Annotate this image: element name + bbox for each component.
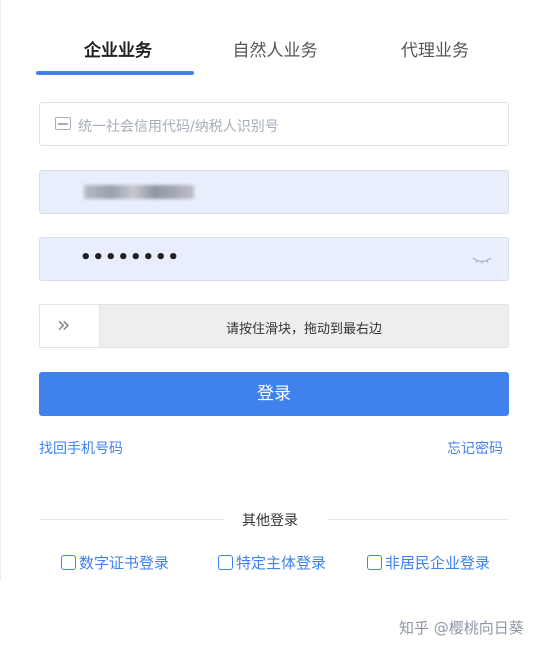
login-card: 企业业务 自然人业务 代理业务 统一社会信用代码/纳税人识别号 ••••••••… [0, 0, 548, 580]
divider-right [327, 519, 509, 520]
id-card-icon [55, 117, 71, 130]
certificate-login-option[interactable]: 数字证书登录 [61, 552, 169, 573]
tab-individual[interactable]: 自然人业务 [229, 36, 321, 66]
credit-code-placeholder: 统一社会信用代码/纳税人识别号 [78, 119, 279, 135]
divider-left [39, 519, 224, 520]
slider-hint: 请按住滑块，拖动到最右边 [225, 322, 382, 337]
active-tab-indicator [36, 71, 194, 75]
password-mask: •••••••• [80, 247, 181, 268]
slider-handle[interactable]: » [40, 305, 100, 347]
login-button[interactable]: 登录 [39, 372, 509, 416]
special-entity-login-option[interactable]: 特定主体登录 [218, 552, 326, 573]
recover-phone-link[interactable]: 找回手机号码 [39, 438, 123, 458]
double-chevron-right-icon: » [57, 313, 71, 338]
tab-enterprise[interactable]: 企业业务 [79, 36, 157, 66]
tab-agency[interactable]: 代理业务 [397, 36, 473, 66]
enterprise-icon [367, 555, 382, 570]
password-input[interactable]: •••••••• [39, 237, 509, 281]
eye-closed-icon[interactable] [472, 256, 492, 264]
username-input[interactable] [39, 170, 509, 214]
nonresident-login-option[interactable]: 非居民企业登录 [367, 552, 490, 573]
special-entity-login-label: 特定主体登录 [236, 554, 327, 572]
login-tabs: 企业业务 自然人业务 代理业务 [1, 0, 548, 80]
slider-captcha[interactable]: » 请按住滑块，拖动到最右边 [39, 304, 509, 348]
certificate-icon [61, 555, 76, 570]
credit-code-input[interactable]: 统一社会信用代码/纳税人识别号 [39, 102, 509, 146]
obscured-username [84, 185, 194, 199]
other-login-title: 其他登录 [242, 513, 298, 529]
watermark: 知乎 @樱桃向日葵 [399, 619, 524, 637]
badge-icon [218, 555, 233, 570]
nonresident-login-label: 非居民企业登录 [385, 554, 491, 572]
certificate-login-label: 数字证书登录 [79, 554, 170, 572]
forgot-password-link[interactable]: 忘记密码 [447, 438, 503, 458]
